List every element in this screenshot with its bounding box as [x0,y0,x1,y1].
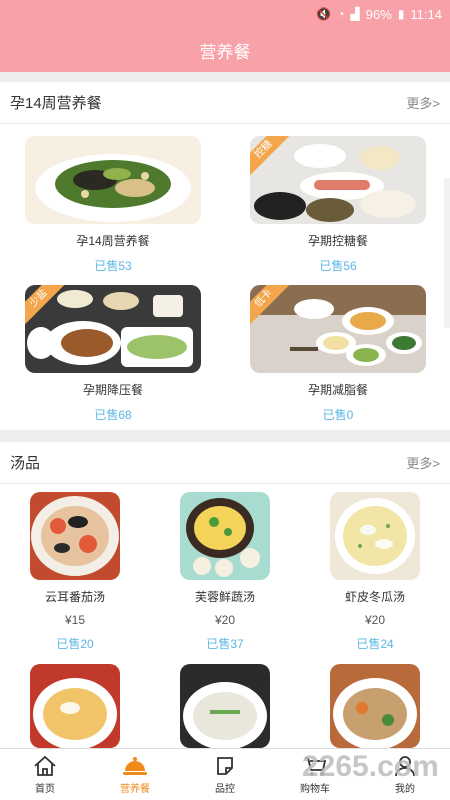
soup-price: ¥15 [64,613,86,627]
soup-sold-count: 已售37 [206,637,244,651]
soup-card[interactable] [330,664,420,748]
soup-price: ¥20 [214,613,236,627]
scroll-indicator[interactable] [444,178,450,328]
meal-sold-count: 已售53 [94,259,132,273]
tab-quality[interactable]: 品控 [180,749,270,800]
watermark-text: 2265.com [302,750,439,783]
battery-level: 96% [365,6,392,22]
soup-image [180,664,270,748]
tab-label: 品控 [215,783,235,795]
tab-home[interactable]: 首页 [0,749,90,800]
meal-card[interactable]: 少盐 孕期降压餐 已售68 [25,285,201,423]
note-icon [217,756,233,775]
page-title: 营养餐 [199,42,251,62]
meal-name: 孕期减脂餐 [307,383,368,397]
meal-sold-count: 已售68 [94,408,132,422]
tab-meals[interactable]: 营养餐 [90,749,180,800]
more-link[interactable]: 更多> [406,453,440,472]
status-time: 11:14 [410,6,442,22]
soup-image [330,492,420,580]
soup-image [30,664,120,748]
more-link[interactable]: 更多> [406,93,440,112]
soup-card[interactable]: 芙蓉鲜蔬汤 ¥20 已售37 [180,492,270,652]
section-header: 孕14周营养餐 更多> [0,82,450,124]
tab-label: 营养餐 [120,783,150,795]
soup-sold-count: 已售20 [56,637,94,651]
meal-image: 控糖 [250,136,426,224]
soup-name: 云耳番茄汤 [44,590,105,604]
soup-price: ¥20 [364,613,386,627]
mute-icon: 🔇 [316,7,332,21]
soup-sold-count: 已售24 [356,637,394,651]
soup-card[interactable]: 云耳番茄汤 ¥15 已售20 [30,492,120,652]
home-icon [34,755,56,776]
meal-name: 孕期降压餐 [82,383,143,397]
cloche-icon [123,756,147,775]
watermark-logo: 2265.com [300,744,450,788]
soup-name: 芙蓉鲜蔬汤 [194,590,255,604]
section-soups: 汤品 更多> 云耳番茄汤 ¥15 已售20 芙蓉鲜蔬汤 ¥20 已售37 虾皮冬… [0,442,450,748]
app-bar: 营养餐 [0,28,450,72]
soup-image [330,664,420,748]
wifi-icon: ◔ [337,7,345,21]
soup-name: 虾皮冬瓜汤 [344,590,405,604]
meal-image: 少盐 [25,285,201,373]
soup-card[interactable] [30,664,120,748]
meal-sold-count: 已售56 [319,259,357,273]
meal-image: 低卡 [250,285,426,373]
meal-name: 孕14周营养餐 [76,234,150,248]
soup-card[interactable]: 虾皮冬瓜汤 ¥20 已售24 [330,492,420,652]
section-header: 汤品 更多> [0,442,450,484]
soup-card[interactable] [180,664,270,748]
meal-card[interactable]: 孕14周营养餐 已售53 [25,136,201,274]
section-title: 汤品 [10,455,41,472]
status-bar: 🔇 ◔ ▟ 96% ▮ 11:14 [0,0,450,28]
soup-image [180,492,270,580]
battery-icon: ▮ [397,7,405,21]
meal-image [25,136,201,224]
soup-image [30,492,120,580]
signal-icon: ▟ [350,7,360,21]
meal-name: 孕期控糖餐 [307,234,368,248]
meal-card[interactable]: 低卡 孕期减脂餐 已售0 [250,285,426,423]
meal-card[interactable]: 控糖 孕期控糖餐 已售56 [250,136,426,274]
section-title: 孕14周营养餐 [10,95,102,112]
meal-sold-count: 已售0 [322,408,354,422]
section-weekly-meals: 孕14周营养餐 更多> 孕14周营养餐 已售53 控糖 孕期控糖餐 已售56 少… [0,82,450,430]
tab-label: 首页 [35,783,55,795]
